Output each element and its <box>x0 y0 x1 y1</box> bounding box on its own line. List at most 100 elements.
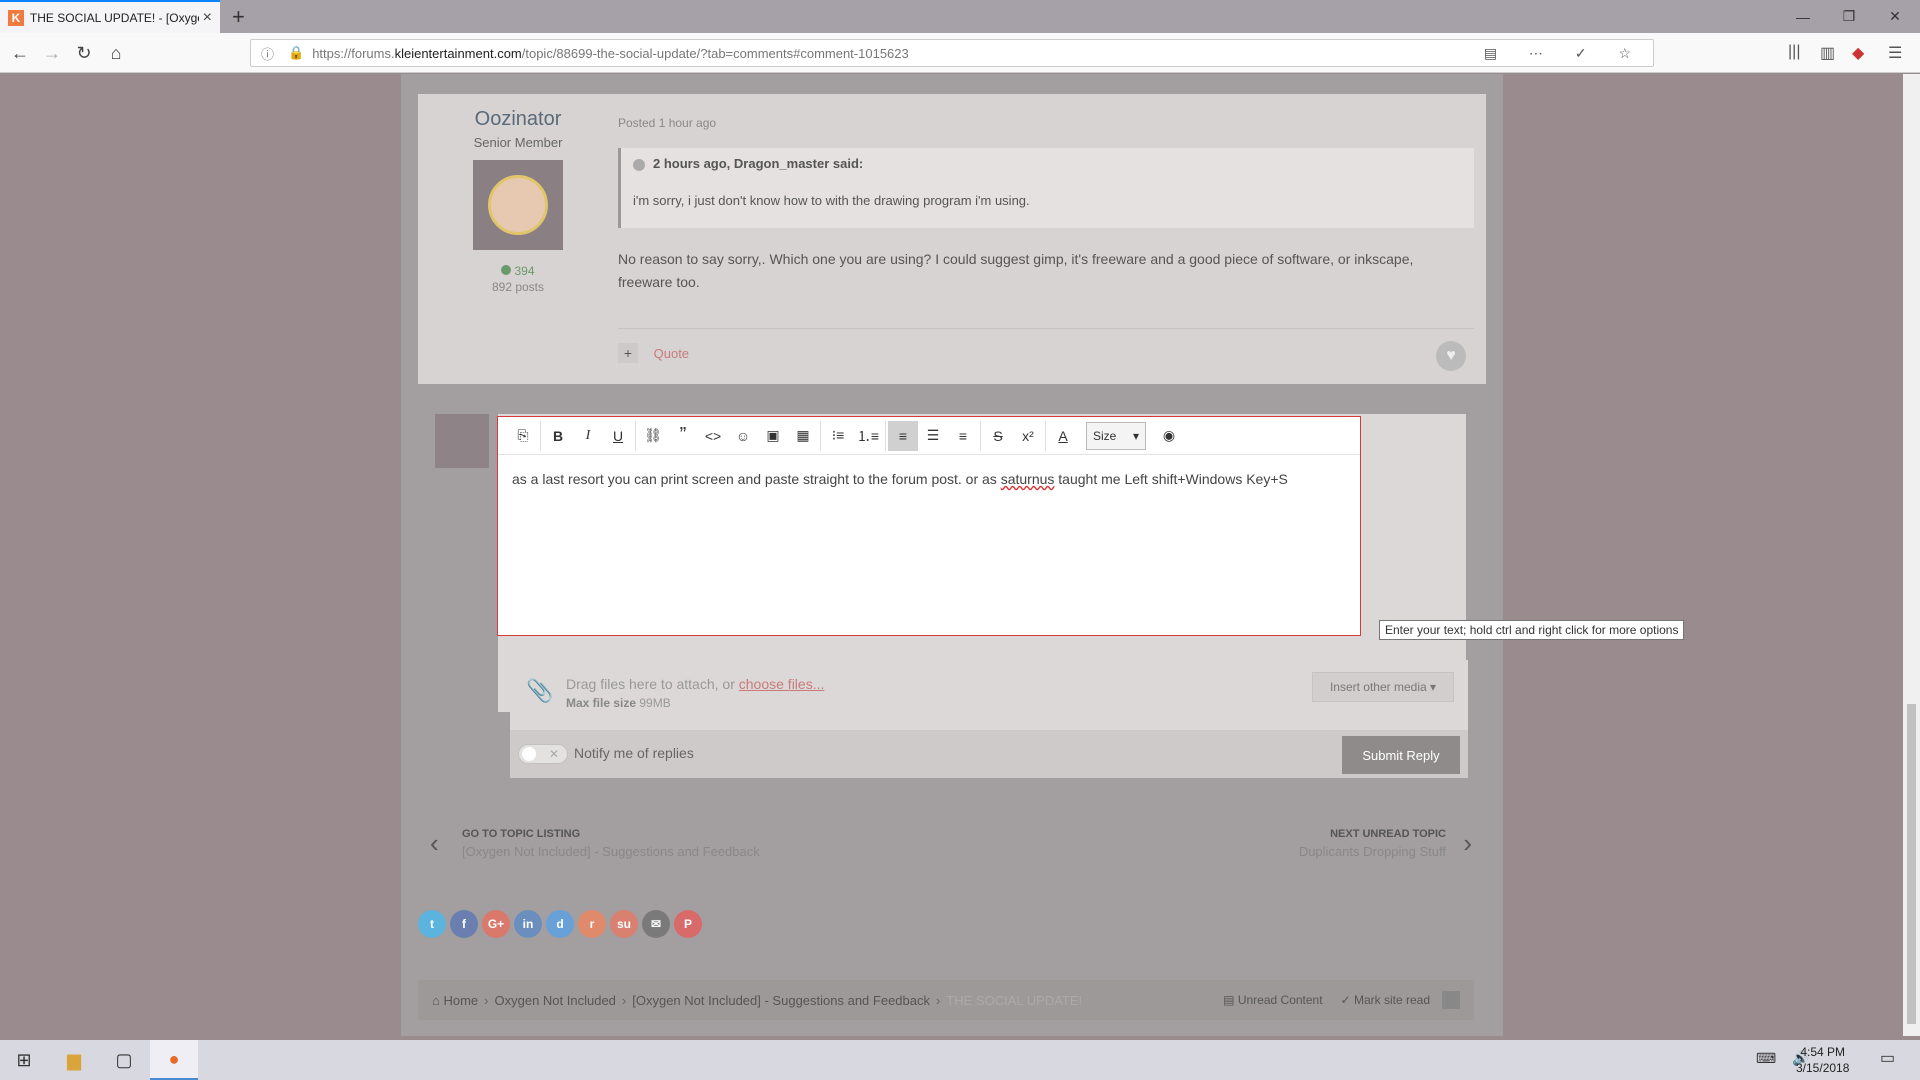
chevron-down-icon: ▾ <box>1132 428 1139 443</box>
stumbleupon-icon[interactable]: su <box>610 910 638 938</box>
back-icon[interactable]: ← <box>8 41 32 65</box>
link-icon[interactable]: ⛓ <box>638 421 668 451</box>
breadcrumb-current: THE SOCIAL UPDATE! <box>946 992 1083 1008</box>
text-color-icon[interactable]: A <box>1048 421 1078 451</box>
breadcrumb-item[interactable]: [Oxygen Not Included] - Suggestions and … <box>632 993 930 1008</box>
notify-label: Notify me of replies <box>574 745 694 761</box>
reload-icon[interactable]: ↻ <box>72 41 96 65</box>
app-icon[interactable]: ▢ <box>100 1040 148 1080</box>
font-size-select[interactable]: Size ▾ <box>1086 421 1146 450</box>
spoiler-icon[interactable]: ▦ <box>788 421 818 451</box>
numbered-list-icon[interactable]: ⒈≡ <box>853 421 883 451</box>
quote-icon[interactable]: ” <box>668 421 698 451</box>
mark-read-link[interactable]: ✓ Mark site read <box>1341 993 1430 1007</box>
code-icon[interactable]: <> <box>698 421 728 451</box>
italic-icon[interactable]: I <box>573 421 603 451</box>
strikethrough-icon[interactable]: S <box>983 421 1013 451</box>
image-icon[interactable]: ▣ <box>758 421 788 451</box>
insert-media-button[interactable]: Insert other media ▾ <box>1312 672 1454 702</box>
breadcrumb-actions: ▤ Unread Content ✓ Mark site read <box>1223 991 1460 1009</box>
breadcrumb-home[interactable]: ⌂ Home <box>432 993 478 1008</box>
attachment-area[interactable]: 📎 Drag files here to attach, or choose f… <box>510 660 1468 730</box>
editor-content[interactable]: as a last resort you can print screen an… <box>498 455 1360 503</box>
page-actions-icon[interactable]: ▤ ⋯ ✓ ☆ <box>1484 45 1645 62</box>
quote-collapse-icon[interactable] <box>633 158 645 171</box>
multiquote-button[interactable]: + <box>618 343 638 363</box>
menu-icon[interactable]: ☰ <box>1888 43 1902 63</box>
tab-title: THE SOCIAL UPDATE! - [Oxyge <box>29 10 199 25</box>
post-footer: + Quote ♥ <box>618 328 1474 371</box>
bullet-list-icon[interactable]: ⁝≡ <box>823 421 853 451</box>
email-icon[interactable]: ✉ <box>642 910 670 938</box>
browser-tab[interactable]: K THE SOCIAL UPDATE! - [Oxyge × <box>0 0 220 33</box>
url-bar[interactable]: ⓘ 🔒 https://forums.kleientertainment.com… <box>250 39 1654 67</box>
notification-icon[interactable]: ▭ <box>1880 1048 1895 1068</box>
post-time: Posted 1 hour ago <box>618 116 717 130</box>
file-explorer-icon[interactable]: ▆ <box>50 1040 98 1080</box>
submit-reply-button[interactable]: Submit Reply <box>1342 736 1460 774</box>
firefox-icon[interactable]: ● <box>150 1040 198 1080</box>
site-info-icon[interactable]: ⓘ <box>261 44 278 63</box>
quote-link[interactable]: Quote <box>654 346 689 361</box>
breadcrumb-item[interactable]: Oxygen Not Included <box>495 993 616 1008</box>
preview-eye-icon[interactable]: ◉ <box>1154 421 1184 451</box>
align-right-icon[interactable]: ≡ <box>948 421 978 451</box>
superscript-icon[interactable]: x² <box>1013 421 1043 451</box>
author-avatar[interactable] <box>473 160 563 250</box>
post-author: Oozinator Senior Member 394 892 posts <box>418 94 618 294</box>
ublock-icon[interactable]: ◆ <box>1852 43 1864 63</box>
tab-close-icon[interactable]: × <box>203 9 212 27</box>
drag-text: Drag files here to attach, or choose fil… <box>566 676 825 692</box>
topic-listing-link[interactable]: GO TO TOPIC LISTING [Oxygen Not Included… <box>462 828 760 859</box>
reply-editor[interactable]: ⎘ B I U ⛓ ” <> ☺ ▣ ▦ ⁝≡ ⒈≡ ≡ ☰ ≡ S x² A … <box>497 416 1361 636</box>
post-text: No reason to say sorry,. Which one you a… <box>618 251 1414 290</box>
breadcrumb: ⌂ Home › Oxygen Not Included › [Oxygen Not… <box>418 980 1474 1020</box>
quote-cite: 2 hours ago, Dragon_master said: <box>633 156 1462 171</box>
linkedin-icon[interactable]: in <box>514 910 542 938</box>
new-tab-icon[interactable]: + <box>232 4 245 30</box>
next-unread-link[interactable]: NEXT UNREAD TOPIC Duplicants Dropping St… <box>1299 828 1446 859</box>
klei-favicon-icon: K <box>8 9 24 26</box>
like-heart-icon[interactable]: ♥ <box>1436 341 1466 371</box>
post-count: 892 posts <box>491 280 545 294</box>
source-icon[interactable]: ⎘ <box>508 421 538 451</box>
chevron-left-icon[interactable]: ‹ <box>430 828 439 859</box>
align-left-icon[interactable]: ≡ <box>888 420 918 451</box>
google-plus-icon[interactable]: G+ <box>482 910 510 938</box>
restore-icon[interactable]: ❐ <box>1826 0 1872 33</box>
windows-start-icon[interactable]: ⊞ <box>0 1040 48 1080</box>
quote-block: 2 hours ago, Dragon_master said: i'm sor… <box>618 148 1474 228</box>
facebook-icon[interactable]: f <box>450 910 478 938</box>
choose-files-link[interactable]: choose files... <box>739 676 825 692</box>
unread-content-link[interactable]: ▤ Unread Content <box>1223 993 1322 1007</box>
scrollbar[interactable] <box>1903 74 1920 1036</box>
clock[interactable]: 4:54 PM 3/15/2018 <box>1796 1044 1849 1076</box>
library-icon[interactable]: ||| <box>1788 43 1800 61</box>
pinterest-icon[interactable]: P <box>674 910 702 938</box>
author-name[interactable]: Oozinator <box>418 108 618 131</box>
sidebar-icon[interactable]: ▥ <box>1820 43 1835 63</box>
reply-bar: ✕ Notify me of replies Submit Reply <box>510 730 1468 778</box>
reply-avatar <box>435 414 489 468</box>
minimize-icon[interactable]: — <box>1780 0 1826 33</box>
close-window-icon[interactable]: ✕ <box>1872 0 1918 33</box>
topic-navigation: ‹ GO TO TOPIC LISTING [Oxygen Not Includ… <box>428 820 1474 890</box>
underline-icon[interactable]: U <box>603 421 633 451</box>
reddit-icon[interactable]: r <box>578 910 606 938</box>
align-center-icon[interactable]: ☰ <box>918 421 948 451</box>
editor-tooltip: Enter your text; hold ctrl and right cli… <box>1379 620 1685 640</box>
home-icon[interactable]: ⌂ <box>104 41 128 65</box>
twitter-icon[interactable]: t <box>418 910 446 938</box>
notify-toggle[interactable]: ✕ <box>518 744 568 764</box>
forward-icon[interactable]: → <box>40 41 64 65</box>
delicious-icon[interactable]: d <box>546 910 574 938</box>
rss-icon[interactable] <box>1442 991 1460 1009</box>
share-buttons: t f G+ in d r su ✉ P <box>418 910 706 938</box>
url-text[interactable]: https://forums.kleientertainment.com/top… <box>312 46 909 61</box>
emoji-icon[interactable]: ☺ <box>728 421 758 451</box>
reputation-icon <box>501 265 512 275</box>
bold-icon[interactable]: B <box>543 421 573 451</box>
chevron-right-icon[interactable]: › <box>1463 828 1472 859</box>
reputation: 394 <box>418 264 618 278</box>
lock-icon: 🔒 <box>288 45 305 60</box>
